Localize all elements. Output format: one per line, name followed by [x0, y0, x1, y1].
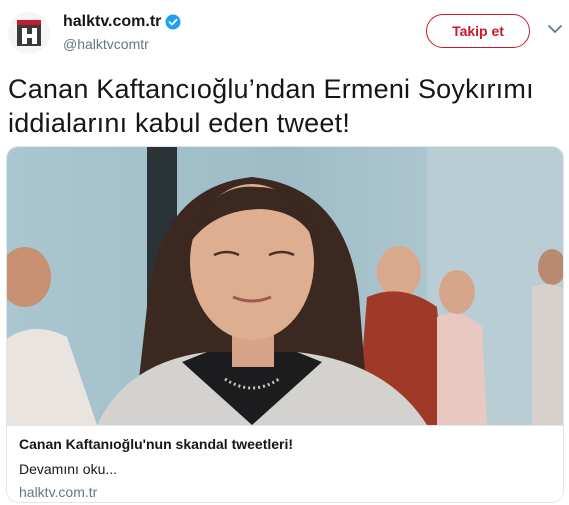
display-name-text: halktv.com.tr [63, 13, 162, 30]
card-body: Canan Kaftanıoğlu'nun skandal tweetleri!… [7, 425, 563, 502]
tweet-text-line-2: iddialarını kabul eden tweet! [8, 108, 351, 138]
halktv-logo-icon [17, 20, 41, 46]
card-image [7, 147, 563, 425]
display-name[interactable]: halktv.com.tr [63, 13, 181, 31]
card-title: Canan Kaftanıoğlu'nun skandal tweetleri! [19, 436, 294, 452]
chevron-down-icon[interactable] [548, 24, 562, 34]
verified-badge-icon [165, 14, 181, 30]
tweet-text: Canan Kaftancıoğlu’ndan Ermeni Soykırımı… [8, 72, 560, 140]
card-domain: halktv.com.tr [19, 484, 98, 500]
tweet-header: halktv.com.tr @halktvcomtr Takip et [0, 0, 569, 70]
card-description: Devamını oku... [19, 461, 118, 477]
account-handle[interactable]: @halktvcomtr [63, 36, 149, 52]
account-avatar[interactable] [8, 12, 50, 54]
link-card[interactable]: Canan Kaftanıoğlu'nun skandal tweetleri!… [6, 146, 564, 503]
tweet-text-line-1: Canan Kaftancıoğlu’ndan Ermeni Soykırımı [8, 74, 534, 104]
follow-button[interactable]: Takip et [426, 14, 530, 48]
